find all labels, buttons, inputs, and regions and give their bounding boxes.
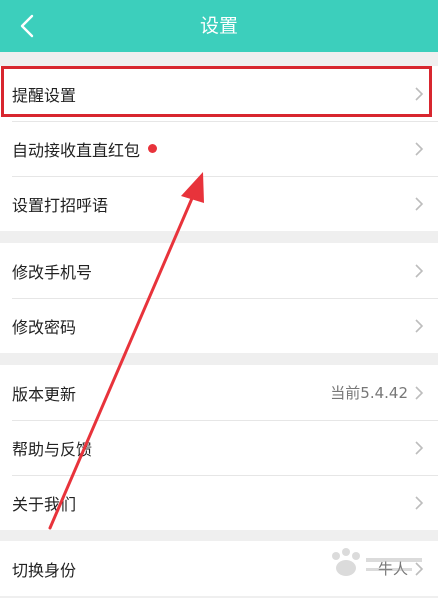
- chevron-right-icon: [414, 385, 424, 401]
- chevron-right-icon: [414, 196, 424, 212]
- chevron-right-icon: [414, 318, 424, 334]
- version-value: 当前5.4.42: [330, 384, 408, 402]
- settings-item-label: 切换身份: [12, 560, 77, 580]
- chevron-right-icon: [414, 495, 424, 511]
- settings-item-help-feedback[interactable]: 帮助与反馈: [0, 420, 438, 475]
- settings-group-account: 修改手机号 修改密码: [0, 243, 438, 353]
- chevron-right-icon: [414, 440, 424, 456]
- settings-item-switch-identity[interactable]: 切换身份 牛人: [0, 541, 438, 596]
- chevron-left-icon: [20, 14, 34, 38]
- settings-item-label: 版本更新: [12, 384, 77, 404]
- settings-item-greeting[interactable]: 设置打招呼语: [0, 176, 438, 231]
- settings-group-identity: 切换身份 牛人: [0, 541, 438, 596]
- settings-item-label: 帮助与反馈: [12, 439, 93, 459]
- settings-item-reminder[interactable]: 提醒设置: [0, 66, 438, 121]
- back-button[interactable]: [10, 8, 46, 44]
- settings-item-label: 修改密码: [12, 317, 77, 337]
- chevron-right-icon: [414, 86, 424, 102]
- settings-item-auto-red-packet[interactable]: 自动接收直直红包: [0, 121, 438, 176]
- chevron-right-icon: [414, 561, 424, 577]
- red-dot-badge: [148, 144, 158, 153]
- page-title: 设置: [199, 15, 238, 37]
- header-bar: 设置: [0, 0, 438, 52]
- chevron-right-icon: [414, 141, 424, 157]
- settings-item-about-us[interactable]: 关于我们: [0, 475, 438, 530]
- settings-item-version-update[interactable]: 版本更新 当前5.4.42: [0, 365, 438, 420]
- settings-item-label: 提醒设置: [12, 85, 77, 105]
- settings-item-label: 修改手机号: [12, 262, 93, 282]
- chevron-right-icon: [414, 263, 424, 279]
- settings-group-reminders: 提醒设置 自动接收直直红包 设置打招呼语: [0, 66, 438, 231]
- identity-value: 牛人: [377, 560, 408, 578]
- settings-item-change-phone[interactable]: 修改手机号: [0, 243, 438, 298]
- settings-item-label: 设置打招呼语: [12, 195, 109, 215]
- settings-group-about: 版本更新 当前5.4.42 帮助与反馈 关于我们: [0, 365, 438, 530]
- settings-item-label: 自动接收直直红包: [12, 140, 141, 160]
- settings-item-label: 关于我们: [12, 494, 77, 514]
- settings-item-change-password[interactable]: 修改密码: [0, 298, 438, 353]
